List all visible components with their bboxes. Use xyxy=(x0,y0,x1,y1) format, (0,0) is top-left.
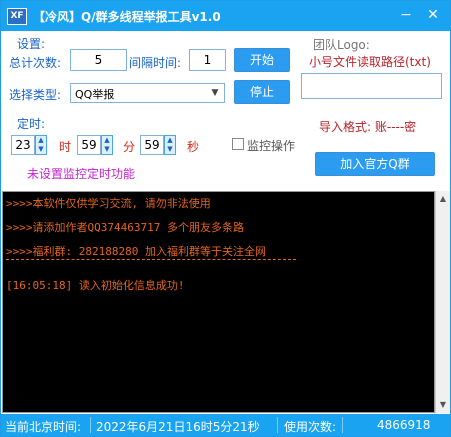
log-line: >>>>本软件仅供学习交流, 请勿非法使用 xyxy=(6,197,211,210)
settings-group-label: 设置: xyxy=(17,37,46,51)
timer-status-text: 未设置监控定时功能 xyxy=(27,167,136,181)
up-arrow-icon[interactable]: ▲ xyxy=(165,136,175,145)
monitor-checkbox[interactable] xyxy=(232,138,244,150)
app-logo-icon: XF xyxy=(7,8,27,25)
status-divider xyxy=(342,417,343,433)
count-value: 4866918 xyxy=(377,418,431,432)
log-divider xyxy=(6,259,296,260)
minimize-button[interactable]: − xyxy=(397,7,415,23)
hour-unit: 时 xyxy=(59,140,72,154)
status-divider xyxy=(277,417,278,433)
timer-group-label: 定时: xyxy=(17,117,46,131)
path-hint-text: 小号文件读取路径(txt) xyxy=(309,55,431,69)
team-logo-label: 团队Logo: xyxy=(313,38,370,52)
interval-input[interactable]: 1 xyxy=(189,49,226,71)
minute-value[interactable]: 59 xyxy=(77,135,101,155)
second-unit: 秒 xyxy=(187,140,200,154)
close-button[interactable]: ✕ xyxy=(424,7,442,23)
down-arrow-icon[interactable]: ▼ xyxy=(102,145,112,154)
chevron-down-icon[interactable]: ▼ xyxy=(208,86,222,100)
log-console[interactable]: >>>>本软件仅供学习交流, 请勿非法使用 >>>>请添加作者QQ3744637… xyxy=(2,191,435,413)
up-arrow-icon[interactable]: ▲ xyxy=(36,136,46,145)
start-button[interactable]: 开始 xyxy=(234,48,290,72)
path-input[interactable] xyxy=(301,73,442,99)
scroll-up-icon[interactable]: ▲ xyxy=(436,191,450,207)
hour-stepper[interactable]: ▲ ▼ xyxy=(35,135,47,155)
interval-label: 间隔时间: xyxy=(129,56,182,70)
status-bar: 当前北京时间: 2022年6月21日16时5分21秒 使用次数: 4866918 xyxy=(1,414,450,436)
status-divider xyxy=(90,417,91,433)
up-arrow-icon[interactable]: ▲ xyxy=(102,136,112,145)
stop-button[interactable]: 停止 xyxy=(234,80,290,104)
format-hint-text: 导入格式: 账----密 xyxy=(319,120,417,134)
title-bar[interactable]: XF 【冷风】Q/群多线程举报工具v1.0 − ✕ xyxy=(1,1,450,31)
total-count-label: 总计次数: xyxy=(9,56,62,70)
total-count-input[interactable]: 5 xyxy=(70,49,127,71)
join-group-button[interactable]: 加入官方Q群 xyxy=(315,152,435,176)
down-arrow-icon[interactable]: ▼ xyxy=(165,145,175,154)
time-label: 当前北京时间: xyxy=(5,420,82,434)
down-arrow-icon[interactable]: ▼ xyxy=(36,145,46,154)
console-scrollbar[interactable]: ▲ ▼ xyxy=(435,191,450,413)
log-line: >>>>福利群: 282188280 加入福利群等于关注全网 xyxy=(6,245,266,258)
type-select-value: QQ举报 xyxy=(75,88,115,101)
second-stepper[interactable]: ▲ ▼ xyxy=(164,135,176,155)
hour-value[interactable]: 23 xyxy=(11,135,35,155)
window-title: 【冷风】Q/群多线程举报工具v1.0 xyxy=(33,10,221,24)
log-line: >>>>请添加作者QQ374463717 多个朋友多条路 xyxy=(6,221,244,234)
minute-stepper[interactable]: ▲ ▼ xyxy=(101,135,113,155)
second-value[interactable]: 59 xyxy=(140,135,164,155)
log-line: [16:05:18] 读入初始化信息成功! xyxy=(6,279,185,292)
scroll-down-icon[interactable]: ▼ xyxy=(436,397,450,413)
time-value: 2022年6月21日16时5分21秒 xyxy=(96,420,260,434)
minute-unit: 分 xyxy=(123,140,136,154)
app-window: XF 【冷风】Q/群多线程举报工具v1.0 − ✕ 设置: 总计次数: 5 间隔… xyxy=(0,0,451,437)
monitor-label[interactable]: 监控操作 xyxy=(247,137,295,154)
type-select[interactable]: QQ举报 ▼ xyxy=(70,83,225,103)
type-label: 选择类型: xyxy=(9,88,62,102)
count-label: 使用次数: xyxy=(284,420,337,434)
